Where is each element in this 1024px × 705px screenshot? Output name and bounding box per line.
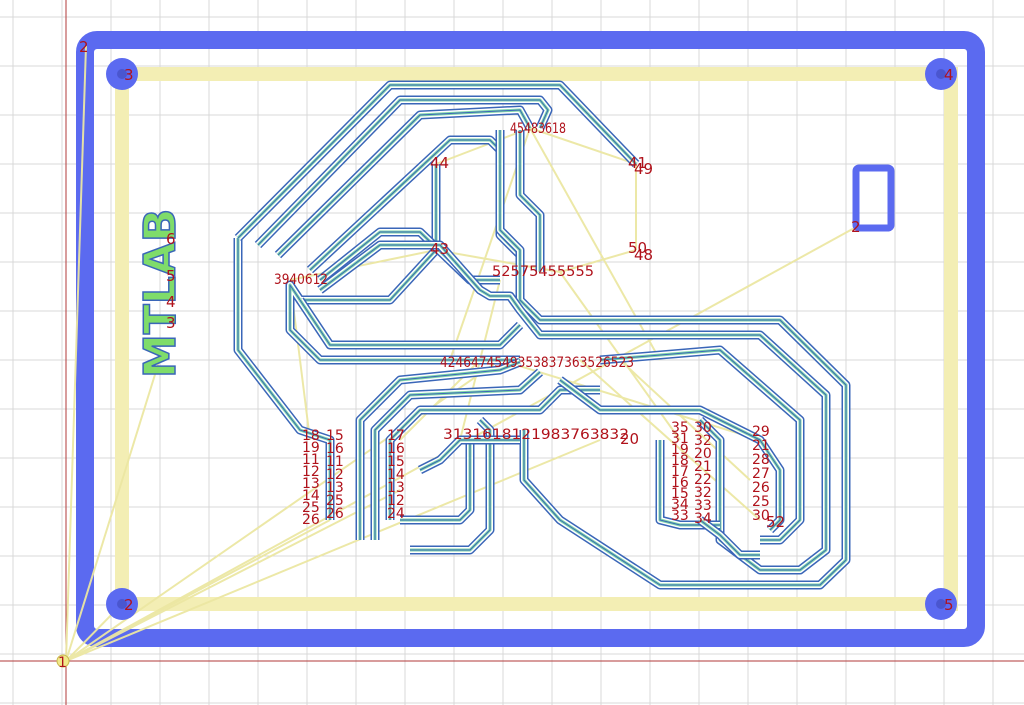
pin-cluster-label: 3131618121983763832 <box>443 427 629 443</box>
pin-cluster-label: 52575455555 <box>492 264 594 280</box>
pin-label: 34 <box>694 511 712 527</box>
pin-cluster-label: 45483618 <box>510 121 566 137</box>
origin-label: 1 <box>58 655 67 671</box>
slot-cutout <box>852 164 895 232</box>
silkscreen-label: 6 <box>166 230 176 248</box>
pin-label: 26 <box>302 512 320 528</box>
pin-cluster-label: 3940612 <box>274 272 328 288</box>
silkscreen-label: 3 <box>166 314 176 332</box>
pin-label: 24 <box>387 506 405 522</box>
corner-label: 2 <box>79 38 89 56</box>
silkscreen-label: 5 <box>166 267 176 285</box>
slot-label: 2 <box>851 218 861 236</box>
hole-label: 2 <box>124 596 134 614</box>
pin-label: 49 <box>634 160 653 178</box>
pin-label: 52 <box>766 513 785 531</box>
pin-label: 48 <box>634 246 653 264</box>
pcb-layout-canvas[interactable]: MTLAB 23 42 521654341494443 504845483618394… <box>0 0 1024 705</box>
trace-core <box>299 299 521 346</box>
pin-label: 26 <box>326 506 344 522</box>
hole-label: 4 <box>944 66 954 84</box>
pin-label: 43 <box>430 240 449 258</box>
silkscreen-text: MTLAB <box>135 209 186 378</box>
hole-label: 5 <box>944 596 954 614</box>
trace-outline <box>296 297 524 350</box>
silkscreen-label: 4 <box>166 293 176 311</box>
trace <box>298 299 522 347</box>
pin-cluster-label: 4246474549353837363526523 <box>440 355 634 371</box>
trace-gap <box>297 298 523 348</box>
hole-label: 3 <box>124 66 134 84</box>
pin-label: 33 <box>671 508 689 524</box>
pin-label: 44 <box>430 154 449 172</box>
pin-label: 20 <box>620 430 639 448</box>
